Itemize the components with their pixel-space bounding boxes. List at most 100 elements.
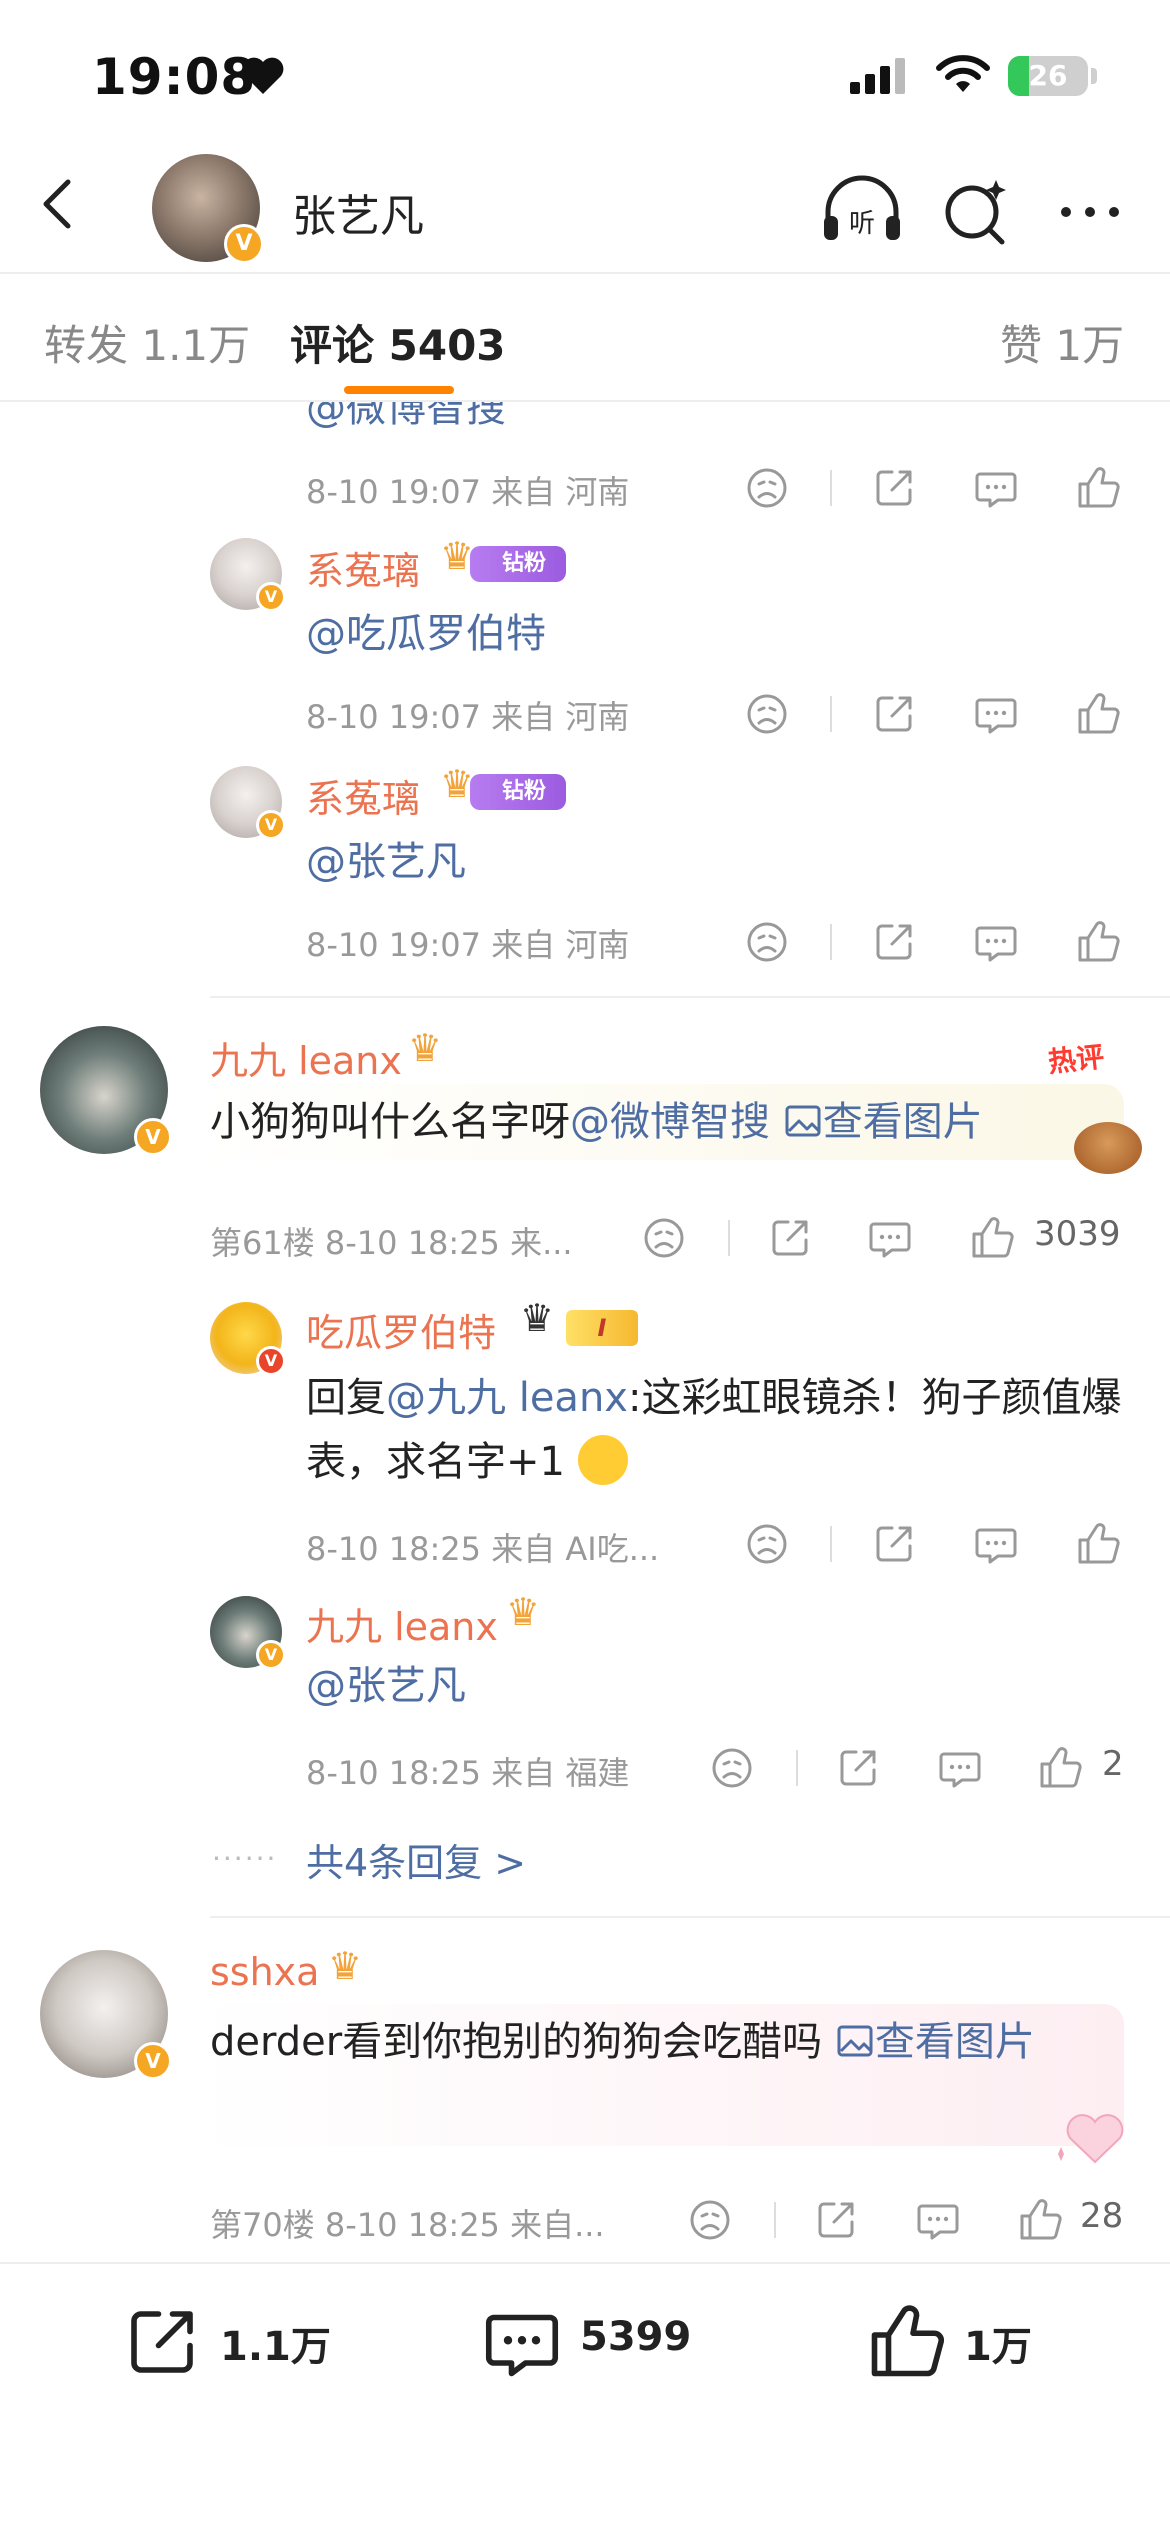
share-icon[interactable]	[870, 1520, 918, 1568]
comment-icon[interactable]	[972, 690, 1020, 738]
verified-badge-icon: V	[256, 1346, 286, 1376]
like-count[interactable]: 1万	[964, 2314, 1032, 2372]
ai-search-icon[interactable]	[934, 170, 1018, 254]
bottom-action-bar: 1.1万 5399 1万	[0, 2262, 1170, 2532]
comment-text[interactable]: 小狗狗叫什么名字呀@微博智搜 查看图片	[210, 1090, 983, 1154]
dislike-icon[interactable]	[743, 690, 791, 738]
like-icon[interactable]	[1074, 1520, 1122, 1568]
member-crown-icon: ♛	[520, 1296, 555, 1340]
comment-icon[interactable]	[972, 918, 1020, 966]
share-icon[interactable]	[812, 2196, 860, 2244]
reply-text[interactable]: @张艺凡	[306, 830, 466, 894]
comment-list[interactable]: @微博智搜 8-10 19:07 来自 河南 V 系菟璃 ♛ 钻粉2 @吃瓜罗伯…	[0, 402, 1170, 2262]
image-icon	[783, 1101, 823, 1141]
view-image-link[interactable]: 查看图片	[823, 1099, 983, 1145]
like-icon[interactable]	[1074, 918, 1122, 966]
verified-badge-icon: V	[256, 582, 286, 612]
reply-username[interactable]: 系菟璃	[306, 540, 420, 595]
share-icon[interactable]	[870, 464, 918, 512]
comment-icon[interactable]	[480, 2300, 564, 2384]
reply-text[interactable]: 回复@九九 leanx:这彩虹眼镜杀！狗子颜值爆表，求名字+1	[306, 1366, 1126, 1494]
comment-icon[interactable]	[866, 1214, 914, 1262]
member-crown-icon: ♛	[408, 1026, 443, 1070]
cellular-signal-icon	[850, 58, 905, 94]
divider	[830, 696, 832, 732]
comment-icon[interactable]	[972, 1520, 1020, 1568]
member-crown-icon: ♛	[440, 762, 475, 806]
fan-badge: 钻粉2	[470, 774, 566, 840]
comment-avatar[interactable]: V	[40, 1026, 172, 1156]
comment-icon[interactable]	[972, 464, 1020, 512]
view-image-link[interactable]: 查看图片	[875, 2019, 1035, 2065]
mention-link[interactable]: @微博智搜	[570, 1099, 770, 1145]
comment-icon[interactable]	[914, 2196, 962, 2244]
tab-likes[interactable]: 赞 1万	[1000, 312, 1124, 373]
heart-icon	[242, 57, 284, 94]
like-icon[interactable]	[1016, 2196, 1064, 2244]
like-icon[interactable]	[1074, 690, 1122, 738]
divider	[774, 2202, 776, 2238]
comment-meta: 第70楼 8-10 18:25 来自...	[210, 2206, 605, 2244]
reply-meta: 8-10 19:07 来自 河南	[306, 473, 630, 511]
dislike-icon[interactable]	[708, 1744, 756, 1792]
reply-avatar[interactable]: V	[210, 1302, 286, 1376]
comment-icon[interactable]	[936, 1744, 984, 1792]
like-icon[interactable]	[1074, 464, 1122, 512]
reply-text[interactable]: @吃瓜罗伯特	[306, 602, 546, 666]
level-badge: I	[566, 1310, 638, 1346]
comment-meta: 第61楼 8-10 18:25 来...	[210, 1224, 573, 1262]
reply-avatar[interactable]: V	[210, 538, 286, 612]
repost-count[interactable]: 1.1万	[220, 2314, 331, 2372]
comment-count[interactable]: 5399	[580, 2314, 691, 2360]
reply-avatar[interactable]: V	[210, 1596, 286, 1670]
dislike-icon[interactable]	[686, 2196, 734, 2244]
divider	[210, 996, 1170, 998]
like-count: 28	[1080, 2196, 1124, 2236]
reply-avatar[interactable]: V	[210, 766, 286, 840]
comment-avatar[interactable]: V	[40, 1950, 172, 2080]
like-icon[interactable]	[968, 1214, 1016, 1262]
author-name[interactable]: 张艺凡	[292, 180, 424, 244]
share-icon[interactable]	[766, 1214, 814, 1262]
dislike-icon[interactable]	[743, 464, 791, 512]
reply-meta: 8-10 18:25 来自 福建	[306, 1754, 630, 1792]
comment-text[interactable]: derder看到你抱别的狗狗会吃醋吗 查看图片	[210, 2010, 1090, 2074]
member-crown-icon: ♛	[506, 1590, 541, 1634]
member-crown-icon: ♛	[328, 1944, 363, 1988]
like-icon[interactable]	[864, 2300, 948, 2384]
battery-tip	[1091, 68, 1097, 84]
share-icon[interactable]	[834, 1744, 882, 1792]
reply-meta: 8-10 19:07 来自 河南	[306, 698, 630, 736]
tab-reposts[interactable]: 转发 1.1万	[44, 312, 250, 373]
like-icon[interactable]	[1036, 1744, 1084, 1792]
repost-icon[interactable]	[120, 2300, 204, 2384]
comment-username[interactable]: sshxa	[210, 1950, 319, 1994]
comment-username[interactable]: 九九 leanx	[210, 1030, 402, 1085]
divider	[796, 1750, 798, 1786]
post-header: V 张艺凡 听	[0, 150, 1170, 274]
reply-username[interactable]: 系菟璃	[306, 768, 420, 823]
more-icon[interactable]	[1048, 170, 1132, 254]
heart-sticker-icon	[1058, 2114, 1124, 2164]
back-icon[interactable]	[30, 174, 90, 234]
reply-username[interactable]: 九九 leanx	[306, 1596, 498, 1651]
svg-text:听: 听	[849, 209, 875, 239]
share-icon[interactable]	[870, 918, 918, 966]
verified-badge-icon: V	[256, 810, 286, 840]
listen-icon[interactable]: 听	[820, 170, 904, 254]
author-avatar[interactable]: V	[152, 154, 264, 264]
reply-meta: 8-10 19:07 来自 河南	[306, 926, 630, 964]
dislike-icon[interactable]	[743, 918, 791, 966]
dislike-icon[interactable]	[743, 1520, 791, 1568]
tab-comments[interactable]: 评论 5403	[290, 312, 506, 373]
reply-username[interactable]: 吃瓜罗伯特	[306, 1302, 496, 1357]
more-replies-link[interactable]: 共4条回复 >	[306, 1832, 526, 1887]
dislike-icon[interactable]	[640, 1214, 688, 1262]
share-icon[interactable]	[870, 690, 918, 738]
mention-link[interactable]: @九九 leanx	[386, 1375, 628, 1421]
battery-level: 26	[1028, 59, 1068, 92]
divider	[210, 1916, 1170, 1918]
reply-text[interactable]: @微博智搜	[306, 402, 506, 440]
reply-text[interactable]: @张艺凡	[306, 1654, 466, 1718]
divider	[830, 1526, 832, 1562]
